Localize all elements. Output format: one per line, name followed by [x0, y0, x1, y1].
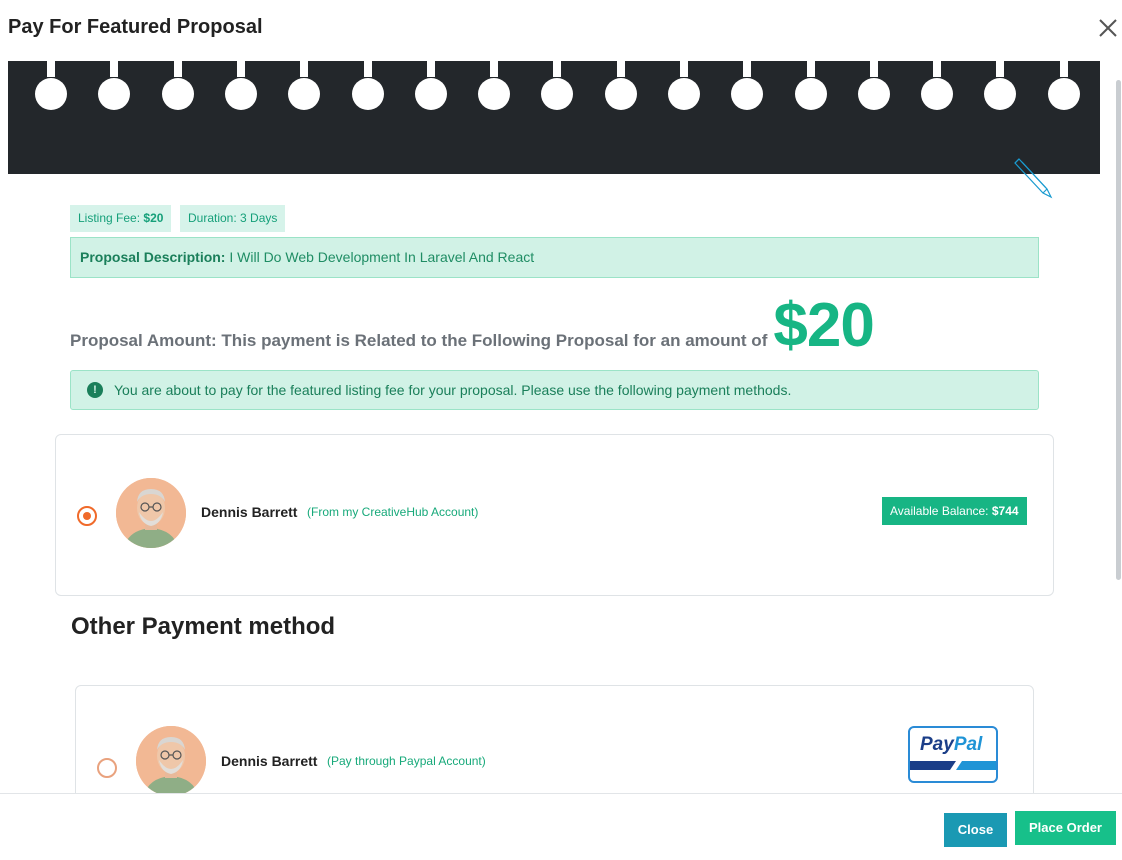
close-button[interactable]: Close — [944, 813, 1007, 847]
payer-name: Dennis Barrett — [221, 753, 318, 769]
modal-header: Pay For Featured Proposal — [0, 0, 1122, 58]
description-label: Proposal Description: — [80, 249, 226, 265]
pencil-icon — [1014, 158, 1053, 199]
balance-label: Available Balance: — [890, 504, 989, 518]
info-alert: ! You are about to pay for the featured … — [70, 370, 1039, 410]
avatar — [116, 478, 186, 548]
amount-value: $20 — [773, 291, 874, 360]
account-payment-radio[interactable] — [77, 506, 97, 526]
listing-fee-label: Listing Fee: — [78, 211, 141, 225]
payer-name: Dennis Barrett — [201, 504, 298, 520]
duration-tag: Duration: 3 Days — [180, 205, 286, 232]
paypal-text-pay: Pay — [920, 734, 954, 755]
proposal-description: Proposal Description: I Will Do Web Deve… — [70, 237, 1039, 278]
available-balance-badge: Available Balance: $744 — [882, 497, 1027, 525]
listing-fee-value: $20 — [143, 211, 164, 225]
modal-title: Pay For Featured Proposal — [8, 16, 263, 38]
exclamation-icon: ! — [87, 382, 103, 398]
paypal-text-pal: Pal — [953, 734, 983, 755]
alert-text: You are about to pay for the featured li… — [114, 382, 792, 398]
listing-fee-tag: Listing Fee: $20 — [70, 205, 172, 232]
avatar — [136, 726, 206, 796]
proposal-amount: Proposal Amount: This payment is Related… — [70, 290, 875, 360]
description-text: I Will Do Web Development In Laravel And… — [229, 249, 535, 265]
other-payment-heading: Other Payment method — [71, 613, 336, 640]
banner-image — [8, 61, 1100, 174]
place-order-button[interactable]: Place Order — [1015, 811, 1116, 845]
scrollbar-thumb[interactable] — [1116, 80, 1121, 580]
paypal-logo: PayPal — [908, 726, 998, 783]
close-icon[interactable] — [1097, 17, 1119, 39]
payer-note: (Pay through Paypal Account) — [327, 754, 486, 768]
payer-note: (From my CreativeHub Account) — [307, 505, 479, 519]
modal-footer: Close Place Order — [0, 793, 1122, 860]
paypal-payment-radio[interactable] — [97, 758, 117, 778]
balance-value: $744 — [991, 504, 1019, 518]
amount-label: Proposal Amount: This payment is Related… — [70, 331, 768, 350]
scrollbar[interactable] — [1116, 60, 1121, 790]
